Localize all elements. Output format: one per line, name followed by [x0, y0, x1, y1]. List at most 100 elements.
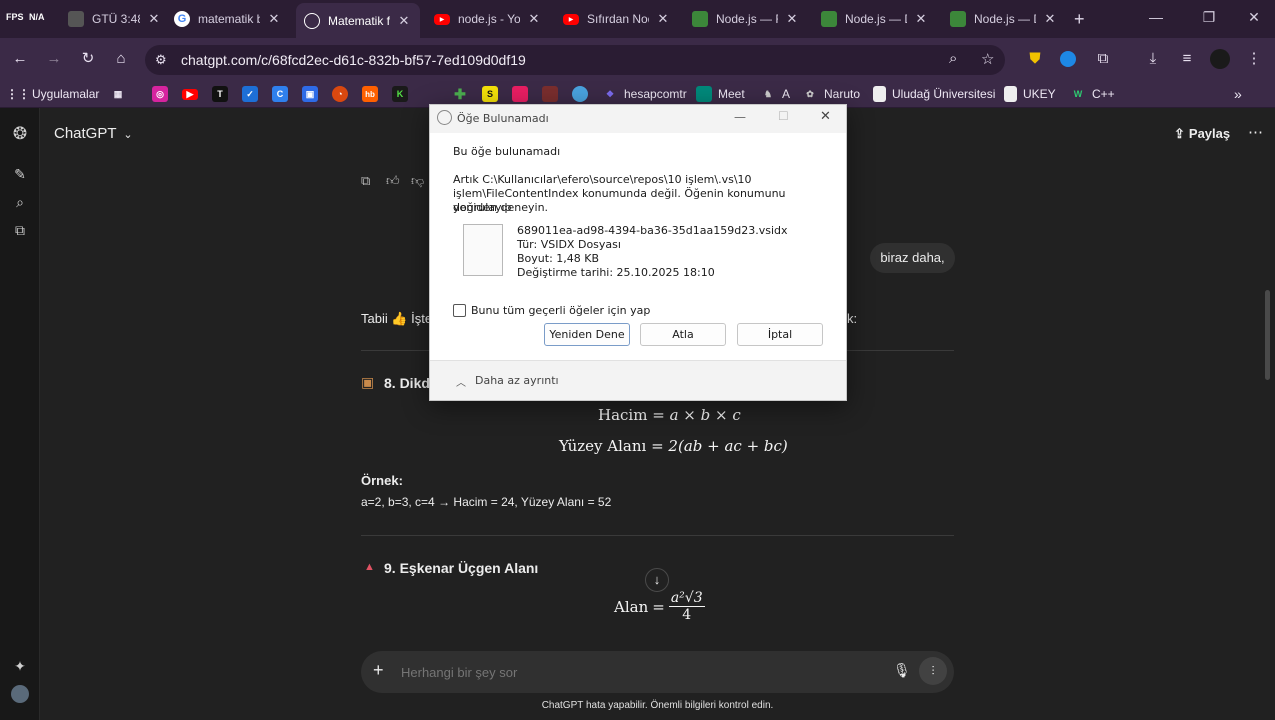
close-icon[interactable]: ✕ — [913, 11, 929, 27]
minimize-icon[interactable]: — — [1146, 9, 1166, 25]
item-not-found-dialog: Öğe Bulunamadı — ☐ ✕ Bu öğe bulunamadı A… — [429, 104, 847, 401]
bookmark-c-icon: C — [272, 86, 288, 102]
browser-menu-icon[interactable]: ⋮ — [1244, 49, 1264, 69]
bookmark-youtube[interactable]: ▶ — [182, 86, 198, 102]
page-scrollbar[interactable] — [1265, 290, 1270, 380]
dialog-minimize-icon[interactable]: — — [734, 110, 746, 124]
tab-3[interactable]: ▶ node.js - You ✕ — [426, 4, 550, 34]
chatgpt-sidebar: ❂ ✎ ⌕ ⧉ ✦ — [0, 108, 40, 720]
tab-4[interactable]: ▶ Sıfırdan Nod ✕ — [555, 4, 679, 34]
close-icon[interactable]: ✕ — [784, 11, 800, 27]
dialog-titlebar[interactable]: Öğe Bulunamadı — ☐ ✕ — [430, 105, 846, 133]
bookmarks-overflow-icon[interactable]: » — [1234, 86, 1242, 102]
close-icon[interactable]: ✕ — [266, 11, 282, 27]
check-icon: ✓ — [242, 86, 258, 102]
close-icon[interactable]: ✕ — [1042, 11, 1058, 27]
profile-avatar-icon[interactable] — [1210, 49, 1230, 69]
share-button[interactable]: ⇪ Paylaş — [1174, 126, 1230, 142]
apply-to-all-checkbox[interactable] — [453, 304, 466, 317]
sparkle-icon[interactable]: ✦ — [10, 656, 30, 676]
bookmark-a[interactable]: ♞ A — [760, 86, 790, 102]
download-icon[interactable]: ⤓ — [1143, 49, 1163, 69]
model-selector[interactable]: ChatGPT ⌄ — [54, 125, 133, 142]
bookmark-uludag[interactable]: Uludağ Üniversitesi — [873, 86, 995, 102]
tab-label: Node.js — D — [974, 12, 1036, 26]
bookmark-photo[interactable]: ▣ — [302, 86, 318, 102]
bookmark-check[interactable]: ✓ — [242, 86, 258, 102]
close-icon[interactable]: ✕ — [526, 11, 542, 27]
file-icon — [463, 224, 503, 276]
new-chat-icon[interactable]: ✎ — [10, 164, 30, 184]
tab-1[interactable]: G matematik b ✕ — [166, 4, 290, 34]
cancel-button[interactable]: İptal — [737, 323, 823, 346]
bookmark-t[interactable]: T — [212, 86, 228, 102]
dialog-close-icon[interactable]: ✕ — [820, 109, 831, 124]
thumbs-down-icon[interactable]: 👎︎ — [411, 173, 424, 189]
microphone-icon[interactable]: 🎙︎ — [893, 662, 911, 679]
formula-area-word: Alan — [614, 597, 649, 616]
bookmark-ukey[interactable]: UKEY — [1004, 86, 1056, 102]
chevron-up-icon[interactable]: ︿ — [456, 374, 466, 389]
extensions-puzzle-icon[interactable]: ⧉ — [1093, 49, 1113, 69]
less-details-link[interactable]: Daha az ayrıntı — [475, 374, 559, 387]
bookmark-game[interactable] — [542, 86, 558, 102]
scroll-down-button[interactable]: ↓ — [645, 568, 669, 592]
skip-button[interactable]: Atla — [640, 323, 726, 346]
media-control-icon[interactable]: ≡ — [1177, 49, 1197, 69]
prompt-input[interactable] — [401, 661, 881, 683]
thumbs-up-icon[interactable]: 👍︎ — [386, 173, 400, 189]
apply-to-all-label[interactable]: Bunu tüm geçerli öğeler için yap — [471, 304, 650, 318]
close-icon[interactable]: ✕ — [396, 13, 412, 29]
search-icon[interactable]: ⌕ — [10, 192, 30, 212]
bookmark-c[interactable]: C — [272, 86, 288, 102]
bookmark-plus[interactable]: ✚ — [452, 86, 468, 102]
back-icon[interactable]: ← — [10, 49, 30, 69]
openai-logo-icon[interactable]: ❂ — [10, 124, 30, 144]
bookmark-naruto[interactable]: ✿ Naruto — [802, 86, 860, 102]
extension-shield-icon[interactable]: ⛊ — [1025, 49, 1045, 69]
new-tab-button[interactable]: + — [1074, 9, 1085, 30]
copy-icon[interactable]: ⧉ — [361, 173, 370, 189]
more-options-icon[interactable]: ⋯ — [1248, 123, 1263, 141]
zoom-search-icon[interactable]: ⌕ — [949, 50, 957, 67]
forward-icon[interactable]: → — [44, 49, 64, 69]
restore-icon[interactable]: ❐ — [1199, 9, 1219, 26]
tab-label: node.js - You — [458, 12, 520, 26]
site-info-icon[interactable]: ⚙ — [155, 52, 167, 68]
bookmark-pink[interactable] — [512, 86, 528, 102]
bookmark-grid[interactable]: ▦ — [110, 86, 126, 102]
bookmark-cpp[interactable]: W C++ — [1070, 86, 1115, 102]
close-window-icon[interactable]: ✕ — [1244, 9, 1264, 26]
bookmark-meet[interactable]: Meet — [696, 86, 745, 102]
tab-0[interactable]: GTÜ 3:48_M ✕ — [60, 4, 170, 34]
user-avatar[interactable] — [10, 685, 30, 705]
instagram-icon: ◎ — [152, 86, 168, 102]
formula-area-fraction: a²√3 4 — [668, 590, 705, 623]
intro-text-right: k: — [847, 311, 858, 326]
address-bar[interactable]: ⚙ chatgpt.com/c/68fcd2ec-d61c-832b-bf57-… — [145, 45, 1005, 75]
library-icon[interactable]: ⧉ — [10, 220, 30, 240]
bookmark-instagram[interactable]: ◎ — [152, 86, 168, 102]
tab-5[interactable]: Node.js — R ✕ — [684, 4, 808, 34]
bookmark-s[interactable]: S — [482, 86, 498, 102]
home-icon[interactable]: ⌂ — [111, 49, 131, 69]
tab-6[interactable]: Node.js — D ✕ — [813, 4, 937, 34]
url-text[interactable]: chatgpt.com/c/68fcd2ec-d61c-832b-bf57-7e… — [181, 52, 526, 68]
bookmark-star-icon[interactable]: ☆ — [981, 50, 994, 68]
tab-2-active[interactable]: Matematik fo ✕ — [296, 3, 420, 38]
close-icon[interactable]: ✕ — [146, 11, 162, 27]
bookmark-apps[interactable]: ⋮⋮ Uygulamalar — [6, 86, 99, 102]
reload-icon[interactable]: ↻ — [78, 49, 98, 69]
bookmark-hesapcomtr[interactable]: ❖ hesapcomtr — [602, 86, 687, 102]
extension-blue-icon[interactable] — [1058, 49, 1078, 69]
tab-7[interactable]: Node.js — D ✕ — [942, 4, 1066, 34]
voice-mode-button[interactable]: ⫶ — [919, 657, 947, 685]
bookmark-hb[interactable]: hb — [362, 86, 378, 102]
bookmark-colorwheel[interactable] — [572, 86, 588, 102]
add-attachment-icon[interactable]: + — [373, 660, 384, 681]
retry-button[interactable]: Yeniden Dene — [544, 323, 630, 346]
bookmark-k[interactable]: K — [392, 86, 408, 102]
dialog-footer: ︿ Daha az ayrıntı — [430, 360, 846, 400]
close-icon[interactable]: ✕ — [655, 11, 671, 27]
bookmark-orange[interactable]: ◔ — [332, 86, 348, 102]
